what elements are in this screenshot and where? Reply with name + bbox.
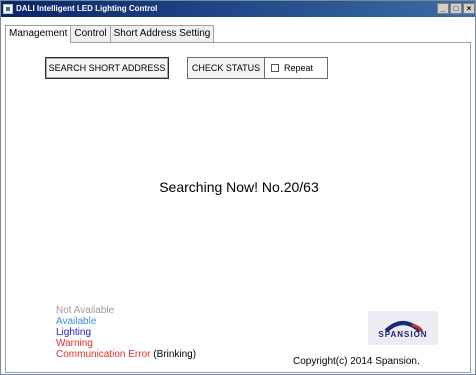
app-window: DALI Intelligent LED Lighting Control _ … xyxy=(0,0,476,375)
title-bar[interactable]: DALI Intelligent LED Lighting Control _ … xyxy=(1,1,475,17)
tab-short-address-setting[interactable]: Short Address Setting xyxy=(109,25,215,42)
legend-communication-error: Communication Error (Brinking) xyxy=(56,349,196,360)
app-icon xyxy=(3,4,13,14)
status-legend: Not Available Available Lighting Warning… xyxy=(56,305,196,360)
repeat-label: Repeat xyxy=(284,63,314,73)
maximize-button[interactable]: □ xyxy=(450,3,462,14)
tab-strip: Management Control Short Address Setting xyxy=(5,25,215,43)
copyright-text: Copyright(c) 2014 Spansion. xyxy=(293,356,420,367)
tab-management[interactable]: Management xyxy=(5,25,72,43)
minimize-button[interactable]: _ xyxy=(437,3,449,14)
legend-warning: Warning xyxy=(56,338,93,349)
close-button[interactable]: × xyxy=(463,3,475,14)
tab-control[interactable]: Control xyxy=(70,25,111,42)
window-controls: _ □ × xyxy=(437,3,475,14)
spansion-logo: SPANSION xyxy=(368,311,438,345)
search-status-text: Searching Now! No.20/63 xyxy=(159,179,319,195)
legend-lighting: Lighting xyxy=(56,327,92,338)
legend-communication-error-note: (Brinking) xyxy=(153,349,197,360)
repeat-checkbox[interactable] xyxy=(271,64,279,72)
check-status-button[interactable]: CHECK STATUS xyxy=(187,57,265,79)
legend-communication-error-label: Communication Error xyxy=(56,349,151,360)
logo-wordmark: SPANSION xyxy=(378,330,428,339)
repeat-checkbox-group[interactable]: Repeat xyxy=(265,57,328,79)
window-title: DALI Intelligent LED Lighting Control xyxy=(16,4,158,13)
management-panel: SEARCH SHORT ADDRESS CHECK STATUS Repeat… xyxy=(5,42,471,373)
legend-not-available: Not Available xyxy=(56,305,115,316)
search-short-address-button[interactable]: SEARCH SHORT ADDRESS xyxy=(45,57,169,79)
legend-available: Available xyxy=(56,316,97,327)
